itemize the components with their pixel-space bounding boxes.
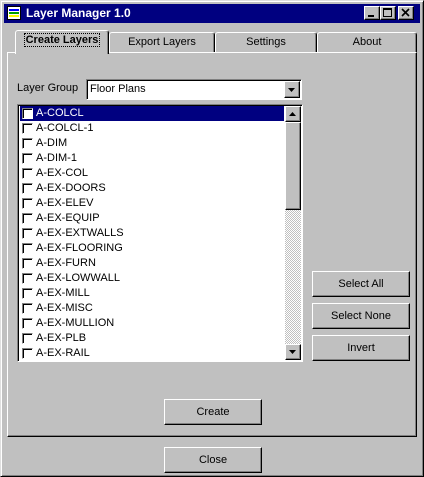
layer-group-label: Layer Group — [17, 82, 79, 94]
layer-checkbox[interactable] — [22, 258, 33, 269]
layer-list-item[interactable]: A-EX-LOWWALL — [20, 271, 284, 286]
layer-name: A-EX-PLB — [36, 332, 87, 344]
scroll-up-icon — [289, 112, 296, 116]
invert-button[interactable]: Invert — [312, 335, 410, 361]
layer-name: A-EX-MILL — [36, 287, 90, 299]
layer-checkbox[interactable] — [22, 303, 33, 314]
layer-checkbox[interactable] — [22, 213, 33, 224]
layer-checkbox[interactable] — [22, 138, 33, 149]
layer-name: A-EX-LOWWALL — [36, 272, 120, 284]
layer-name: A-EX-ELEV — [36, 197, 94, 209]
layer-checkbox[interactable] — [22, 288, 33, 299]
layer-list-item[interactable]: A-EX-FLOORING — [20, 241, 284, 256]
layer-name: A-EX-EXTWALLS — [36, 227, 124, 239]
layer-list-item[interactable]: A-EX-MULLION — [20, 316, 284, 331]
layer-name: A-EX-COL — [36, 167, 88, 179]
layer-name: A-EX-DOORS — [36, 182, 106, 194]
layer-list-item[interactable]: A-EX-DOORS — [20, 181, 284, 196]
layer-name: A-DIM — [36, 137, 68, 149]
layer-checkbox[interactable] — [22, 333, 33, 344]
scroll-up-button[interactable] — [285, 106, 301, 122]
layer-list-item[interactable]: A-EX-MILL — [20, 286, 284, 301]
layer-list-item[interactable]: A-EX-EQUIP — [20, 211, 284, 226]
layer-list-item[interactable]: A-EX-EXTWALLS — [20, 226, 284, 241]
tab-label: About — [352, 36, 382, 48]
tab-create-layers[interactable]: Create Layers — [15, 30, 109, 54]
layer-checkbox[interactable] — [22, 168, 33, 179]
close-icon — [401, 8, 410, 17]
minimize-button[interactable] — [364, 6, 380, 20]
layer-name: A-EX-EQUIP — [36, 212, 100, 224]
window-title: Layer Manager 1.0 — [26, 6, 131, 20]
layer-list-item[interactable]: A-EX-MISC — [20, 301, 284, 316]
title-bar[interactable]: Layer Manager 1.0 — [4, 4, 420, 23]
scroll-thumb[interactable] — [285, 122, 301, 210]
minimize-icon — [368, 15, 374, 17]
layer-list-item[interactable]: A-EX-COL — [20, 166, 284, 181]
layer-list-item[interactable]: A-EX-PLB — [20, 331, 284, 346]
select-all-button[interactable]: Select All — [312, 271, 410, 297]
layer-name: A-DIM-1 — [36, 152, 77, 164]
layer-checkbox[interactable] — [22, 183, 33, 194]
layer-name: A-COLCL-1 — [36, 122, 94, 134]
close-button[interactable]: Close — [164, 447, 262, 473]
maximize-icon — [383, 8, 392, 17]
tab-label: Settings — [246, 36, 286, 48]
tab-label: Create Layers — [23, 33, 101, 47]
layer-checkbox[interactable] — [22, 123, 33, 134]
layer-group-value: Floor Plans — [90, 83, 146, 95]
layer-list-item[interactable]: A-DIM-1 — [20, 151, 284, 166]
layer-list-item[interactable]: A-COLCL-1 — [20, 121, 284, 136]
layer-name: A-EX-FURN — [36, 257, 96, 269]
create-button[interactable]: Create — [164, 399, 262, 425]
layer-list-scrollbar[interactable] — [285, 106, 301, 360]
layer-group-dropdown-button[interactable] — [284, 81, 300, 98]
layer-list-item[interactable]: A-DIM — [20, 136, 284, 151]
tab-settings[interactable]: Settings — [215, 32, 317, 52]
layer-name: A-EX-FLOORING — [36, 242, 123, 254]
layer-list[interactable]: A-COLCL A-COLCL-1 A-DIM A-DIM-1 A-EX-COL A-EX… — [17, 104, 303, 362]
layer-checkbox[interactable] — [22, 228, 33, 239]
app-icon — [7, 6, 21, 20]
select-none-button[interactable]: Select None — [312, 303, 410, 329]
scroll-down-icon — [289, 350, 296, 354]
scroll-down-button[interactable] — [285, 344, 301, 360]
layer-list-item[interactable]: A-EX-RAIL — [20, 346, 284, 361]
layer-checkbox[interactable] — [22, 153, 33, 164]
layer-checkbox[interactable] — [22, 348, 33, 359]
layer-checkbox[interactable] — [22, 318, 33, 329]
maximize-button[interactable] — [380, 6, 396, 20]
close-window-button[interactable] — [398, 6, 414, 20]
layer-checkbox[interactable] — [22, 273, 33, 284]
layer-group-select[interactable]: Floor Plans — [86, 79, 302, 100]
tab-about[interactable]: About — [317, 32, 417, 52]
layer-checkbox[interactable] — [22, 243, 33, 254]
layer-list-item[interactable]: A-COLCL — [20, 106, 284, 121]
layer-name: A-COLCL — [36, 107, 84, 119]
tab-export-layers[interactable]: Export Layers — [109, 32, 215, 52]
layer-checkbox[interactable] — [22, 108, 33, 119]
layer-name: A-EX-RAIL — [36, 347, 90, 359]
dropdown-arrow-icon — [288, 88, 295, 92]
layer-list-item[interactable]: A-EX-ELEV — [20, 196, 284, 211]
tab-label: Export Layers — [128, 36, 196, 48]
layer-name: A-EX-MULLION — [36, 317, 115, 329]
layer-manager-window: Layer Manager 1.0 Create Layers Export L… — [0, 0, 424, 477]
layer-name: A-EX-MISC — [36, 302, 93, 314]
layer-checkbox[interactable] — [22, 198, 33, 209]
layer-list-item[interactable]: A-EX-FURN — [20, 256, 284, 271]
